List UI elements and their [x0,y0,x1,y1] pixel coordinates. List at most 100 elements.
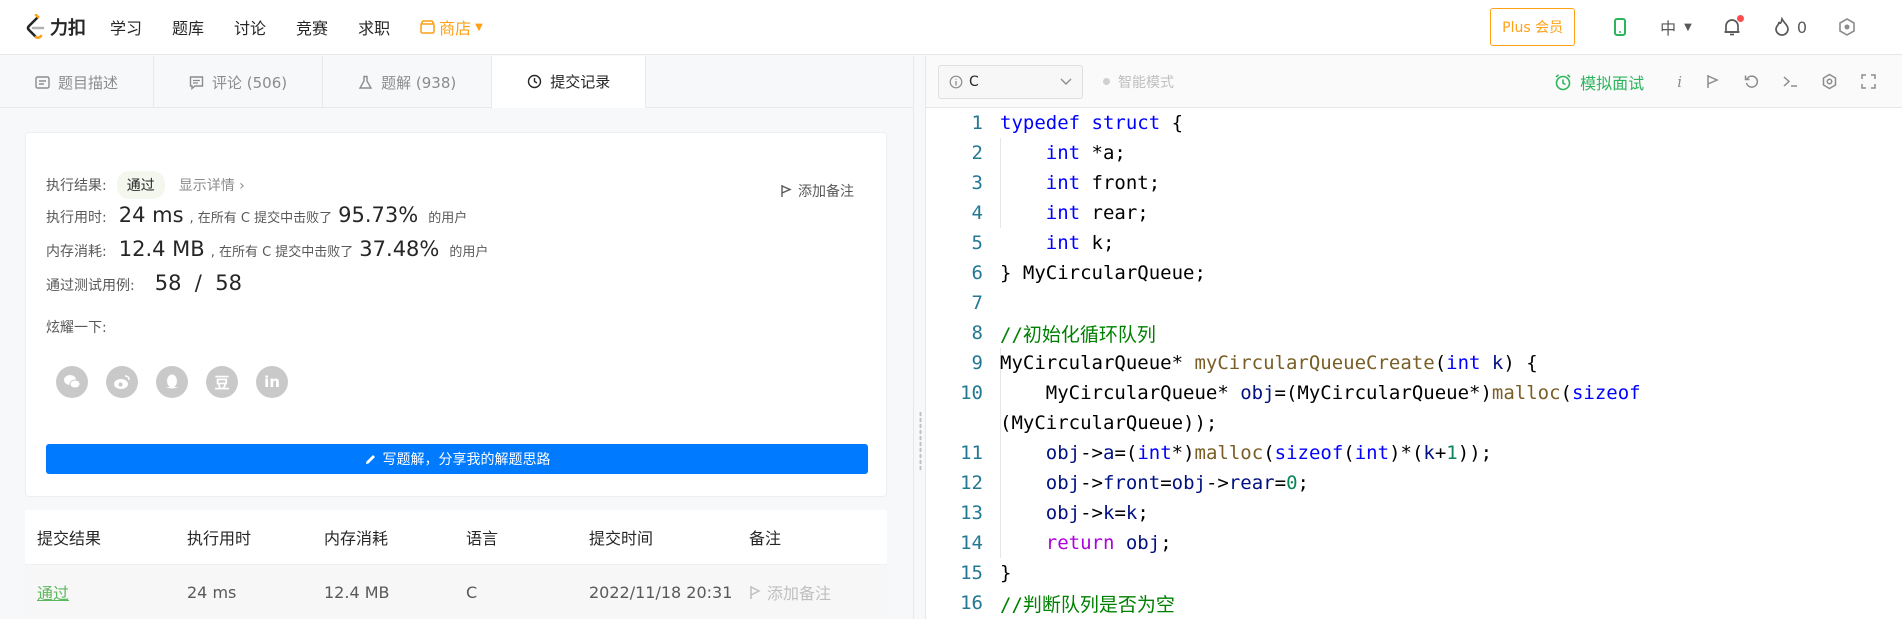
chevron-down-icon: ▼ [475,21,483,33]
top-navbar: 力扣 学习 题库 讨论 竞赛 求职 商店 ▼ Plus 会员 中 ▼ 0 [0,0,1902,55]
smart-mode-dot [1103,78,1110,85]
logo-text: 力扣 [50,18,86,39]
editor-toolbar: C 智能模式 模拟面试 i [926,56,1902,108]
submission-panel: 执行结果: 通过 显示详情 › 添加备注 执行用时: 24 ms , 在所有 C… [0,108,913,619]
user-avatar[interactable] [1837,17,1857,37]
notification-bell-icon[interactable] [1722,15,1744,37]
testcases-label: 通过测试用例: [46,278,135,294]
code-line: 6} MyCircularQueue; [971,262,1206,284]
language-switch[interactable]: 中 ▼ [1660,15,1692,39]
memory-users-text: 的用户 [449,245,489,260]
submission-runtime: 24 ms [187,582,237,602]
leetcode-logo-icon [26,14,45,40]
result-card: 执行结果: 通过 显示详情 › 添加备注 执行用时: 24 ms , 在所有 C… [25,132,887,497]
show-details-link[interactable]: 显示详情 › [179,175,245,195]
runtime-percentile: 95.73% [338,203,419,227]
nav-item-contest[interactable]: 竞赛 [296,15,328,39]
avatar-icon [1839,18,1855,36]
write-solution-button[interactable]: 写题解，分享我的解题思路 [46,444,868,474]
submission-add-note[interactable]: 添加备注 [749,580,879,604]
smart-mode-toggle[interactable]: 智能模式 [1103,72,1174,92]
streak-count: 0 [1796,17,1807,37]
result-label: 执行结果: [46,178,107,194]
terminal-icon[interactable] [1782,73,1799,90]
tab-solutions[interactable]: 题解 (938) [323,56,493,108]
share-label-row: 炫耀一下: [46,317,107,337]
shop-icon [420,20,435,34]
code-line: 1 typedef struct { [971,112,1184,134]
flag-icon [750,585,761,599]
memory-beat-text: , 在所有 C 提交中击败了 [210,245,354,260]
flag-icon [781,185,792,197]
chevron-down-icon: ▼ [1684,21,1692,33]
mock-interview-button[interactable]: 模拟面试 [1554,70,1644,94]
submission-table: 提交结果 执行用时 内存消耗 语言 提交时间 备注 通过 24 ms 12.4 … [25,510,887,619]
share-icons: 豆 in [56,366,288,398]
plus-member-button[interactable]: Plus 会员 [1490,8,1576,46]
info-icon [949,75,963,88]
streak-counter[interactable]: 0 [1772,17,1807,37]
douban-icon[interactable]: 豆 [206,366,238,398]
tab-label: 提交记录 [550,73,611,91]
code-line: 11 obj->a=(int*)malloc(sizeof(int)*(k+1)… [960,442,1493,464]
editor-actions: 模拟面试 i [1554,70,1902,94]
leetcode-logo[interactable]: 力扣 [24,14,86,40]
flask-icon [358,75,373,89]
reset-icon[interactable] [1743,73,1760,90]
chevron-down-icon [1060,78,1072,85]
nav-item-discuss[interactable]: 讨论 [234,15,266,39]
tab-comments[interactable]: 评论 (506) [154,56,324,108]
nav-right-group: Plus 会员 中 ▼ 0 [1490,0,1902,55]
problem-tabs: 题目描述 评论 (506) 题解 (938) 提交记录 [0,56,913,108]
fullscreen-icon[interactable] [1860,73,1877,90]
linkedin-icon[interactable]: in [256,366,288,398]
language-select[interactable]: C [938,64,1083,99]
status-badge: 通过 [116,171,165,199]
drag-handle[interactable] [919,411,922,471]
panel-splitter[interactable] [913,56,926,619]
wechat-icon[interactable] [56,366,88,398]
language-label: 中 [1660,19,1677,38]
nav-item-problems[interactable]: 题库 [172,15,204,39]
runtime-users-text: 的用户 [428,211,468,226]
settings-icon[interactable] [1821,73,1838,90]
col-header-memory: 内存消耗 [324,529,389,548]
tab-description[interactable]: 题目描述 [0,56,155,108]
qq-icon[interactable] [156,366,188,398]
nav-item-jobs[interactable]: 求职 [358,15,390,39]
fire-icon [1774,17,1789,36]
code-line: 3 int front; [971,172,1161,194]
testcases-row: 通过测试用例: 58 / 58 [46,271,242,295]
runtime-beat-text: , 在所有 C 提交中击败了 [189,211,333,226]
nav-item-shop[interactable]: 商店 ▼ [420,15,483,39]
submission-memory: 12.4 MB [324,582,390,602]
linkedin-glyph: in [264,373,280,391]
weibo-icon[interactable] [106,366,138,398]
code-line: 4 int rear; [971,202,1149,224]
memory-value: 12.4 MB [118,237,205,261]
add-note-button[interactable]: 添加备注 [780,181,854,201]
memory-row: 内存消耗: 12.4 MB , 在所有 C 提交中击败了 37.48% 的用户 [46,237,488,261]
code-editor[interactable]: 1 typedef struct { 2 int *a; 3 int front;… [926,108,1902,619]
mobile-app-icon[interactable] [1610,17,1630,37]
info-italic-icon[interactable]: i [1677,73,1682,91]
memory-percentile: 37.48% [359,237,440,261]
add-note-label: 添加备注 [767,584,832,603]
submission-language: C [466,582,478,602]
nav-item-learn[interactable]: 学习 [110,15,142,39]
code-line: (MyCircularQueue)); [1000,412,1218,434]
memory-label: 内存消耗: [46,244,107,260]
add-note-label: 添加备注 [798,184,854,200]
table-row[interactable]: 通过 24 ms 12.4 MB C 2022/11/18 20:31 添加备注 [25,565,887,619]
code-line: 16//判断队列是否为空 [960,592,1175,616]
tab-submissions[interactable]: 提交记录 [492,56,647,108]
tab-label: 题解 (938) [381,73,457,92]
runtime-value: 24 ms [118,203,184,227]
smart-mode-label: 智能模式 [1118,74,1174,91]
result-row: 执行结果: 通过 显示详情 › [46,171,245,199]
run-flag-icon[interactable] [1704,73,1721,90]
runtime-label: 执行用时: [46,210,107,226]
submission-status-link[interactable]: 通过 [37,584,69,603]
nav-shop-label: 商店 [439,19,472,38]
testcases-value: 58 / 58 [154,271,242,295]
